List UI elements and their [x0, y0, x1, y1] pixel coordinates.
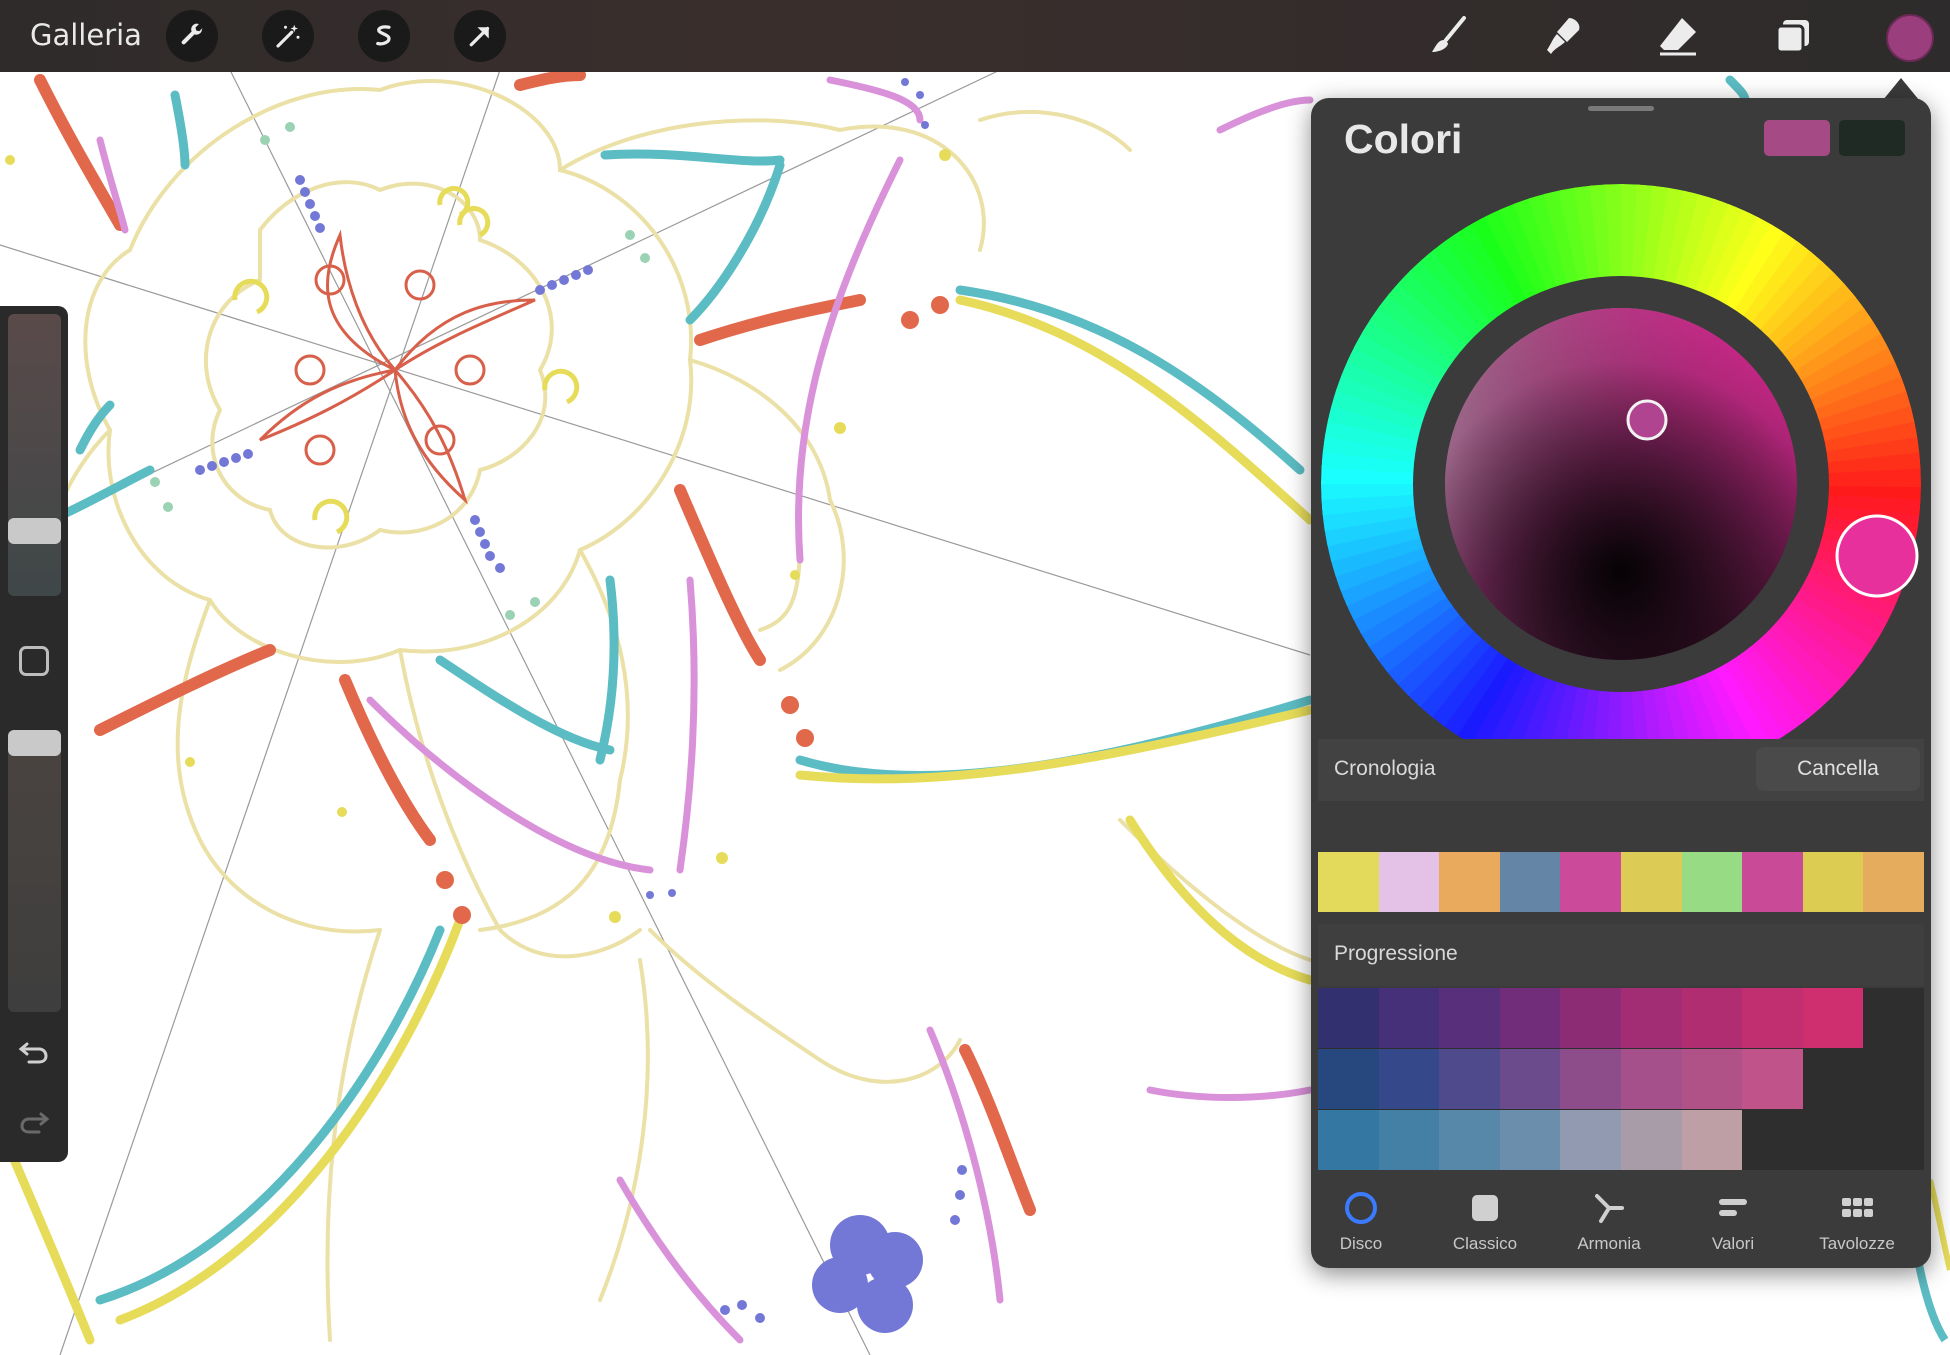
history-swatch[interactable]	[1560, 852, 1621, 912]
history-swatch[interactable]	[1318, 852, 1379, 912]
history-swatch[interactable]	[1681, 852, 1743, 912]
progression-swatch[interactable]	[1499, 988, 1561, 1048]
brush-icon[interactable]	[1424, 12, 1472, 60]
history-swatch[interactable]	[1742, 852, 1803, 912]
redo-icon[interactable]	[17, 1104, 51, 1138]
progression-swatch[interactable]	[1378, 988, 1440, 1048]
history-swatch[interactable]	[1499, 852, 1561, 912]
panel-title: Colori	[1344, 116, 1463, 162]
panel-grabber[interactable]	[1588, 106, 1654, 111]
progression-grid	[1318, 988, 1924, 1170]
transform-arrow-icon[interactable]	[454, 10, 506, 62]
undo-icon[interactable]	[17, 1034, 51, 1068]
brush-size-slider[interactable]	[8, 314, 61, 596]
brush-opacity-handle[interactable]	[8, 730, 61, 756]
history-swatch[interactable]	[1620, 852, 1682, 912]
wrench-icon[interactable]	[166, 10, 218, 62]
panel-pointer	[1883, 78, 1919, 100]
progression-swatch[interactable]	[1681, 988, 1743, 1048]
history-swatch[interactable]	[1439, 852, 1500, 912]
gallery-button[interactable]: Galleria	[30, 18, 142, 52]
tab-disco[interactable]: Disco	[1301, 1180, 1421, 1268]
hue-picker[interactable]	[1835, 514, 1919, 598]
progression-row	[1318, 1110, 1924, 1170]
progression-swatch[interactable]	[1439, 988, 1500, 1048]
progression-swatch[interactable]	[1318, 1110, 1379, 1170]
progression-swatch[interactable]	[1681, 1049, 1743, 1109]
tab-label: Tavolozze	[1819, 1234, 1895, 1253]
tab-label: Disco	[1339, 1234, 1383, 1253]
modify-button[interactable]	[19, 646, 49, 676]
history-swatches	[1318, 852, 1924, 912]
progression-row	[1318, 988, 1924, 1048]
progression-label: Progressione	[1334, 942, 1458, 965]
history-swatch[interactable]	[1863, 852, 1924, 912]
progression-swatch[interactable]	[1318, 988, 1379, 1048]
selection-icon[interactable]	[358, 10, 410, 62]
progression-swatch[interactable]	[1560, 1110, 1621, 1170]
secondary-color-swatch[interactable]	[1839, 120, 1905, 156]
tab-tavolozze[interactable]: Tavolozze	[1797, 1180, 1917, 1268]
progression-swatch[interactable]	[1439, 1049, 1500, 1109]
progression-swatch[interactable]	[1802, 988, 1864, 1048]
progression-swatch[interactable]	[1378, 1049, 1440, 1109]
tab-classico[interactable]: Classico	[1425, 1180, 1545, 1268]
colors-panel: Colori Cronologia Cancella Progressione …	[1311, 98, 1931, 1268]
saturation-picker[interactable]	[1626, 399, 1668, 441]
sliders-icon	[1719, 1199, 1747, 1216]
progression-swatch[interactable]	[1499, 1110, 1561, 1170]
progression-swatch[interactable]	[1439, 1110, 1500, 1170]
progression-swatch[interactable]	[1620, 1049, 1682, 1109]
tab-label: Classico	[1452, 1234, 1518, 1253]
history-label: Cronologia	[1334, 757, 1436, 780]
history-swatch[interactable]	[1802, 852, 1864, 912]
progression-swatch[interactable]	[1560, 1049, 1621, 1109]
disc-icon	[1345, 1192, 1377, 1224]
top-toolbar: Galleria	[0, 0, 1950, 72]
palettes-grid-icon	[1842, 1198, 1873, 1217]
history-header: Cronologia Cancella	[1318, 739, 1924, 801]
clear-history-button[interactable]: Cancella	[1756, 747, 1920, 791]
brush-opacity-slider[interactable]	[8, 730, 61, 1012]
progression-swatch[interactable]	[1681, 1110, 1743, 1170]
tab-label: Armonia	[1577, 1234, 1641, 1253]
progression-swatch[interactable]	[1620, 988, 1682, 1048]
progression-swatch[interactable]	[1318, 1049, 1379, 1109]
layers-icon[interactable]	[1769, 12, 1817, 60]
tab-armonia[interactable]: Armonia	[1549, 1180, 1669, 1268]
progression-swatch[interactable]	[1620, 1110, 1682, 1170]
colors-tab-bar: Disco Classico Armonia Valori Tavolozze	[1311, 1180, 1931, 1268]
primary-color-swatch[interactable]	[1764, 120, 1830, 156]
history-swatch[interactable]	[1378, 852, 1440, 912]
left-sidebar	[0, 306, 68, 1162]
tab-label: Valori	[1711, 1234, 1755, 1253]
progression-swatch[interactable]	[1742, 988, 1803, 1048]
progression-row	[1318, 1049, 1924, 1109]
color-disc[interactable]	[1317, 180, 1925, 788]
progression-swatch[interactable]	[1560, 988, 1621, 1048]
progression-swatch[interactable]	[1742, 1049, 1803, 1109]
progression-swatch[interactable]	[1499, 1049, 1561, 1109]
progression-swatch[interactable]	[1378, 1110, 1440, 1170]
current-color-button[interactable]	[1886, 14, 1934, 62]
harmony-icon	[1595, 1194, 1624, 1223]
tab-valori[interactable]: Valori	[1673, 1180, 1793, 1268]
progression-header: Progressione	[1318, 924, 1924, 986]
brush-size-handle[interactable]	[8, 518, 61, 544]
eraser-icon[interactable]	[1654, 12, 1702, 60]
smudge-icon[interactable]	[1539, 12, 1587, 60]
square-icon	[1472, 1195, 1498, 1221]
magic-wand-icon[interactable]	[262, 10, 314, 62]
